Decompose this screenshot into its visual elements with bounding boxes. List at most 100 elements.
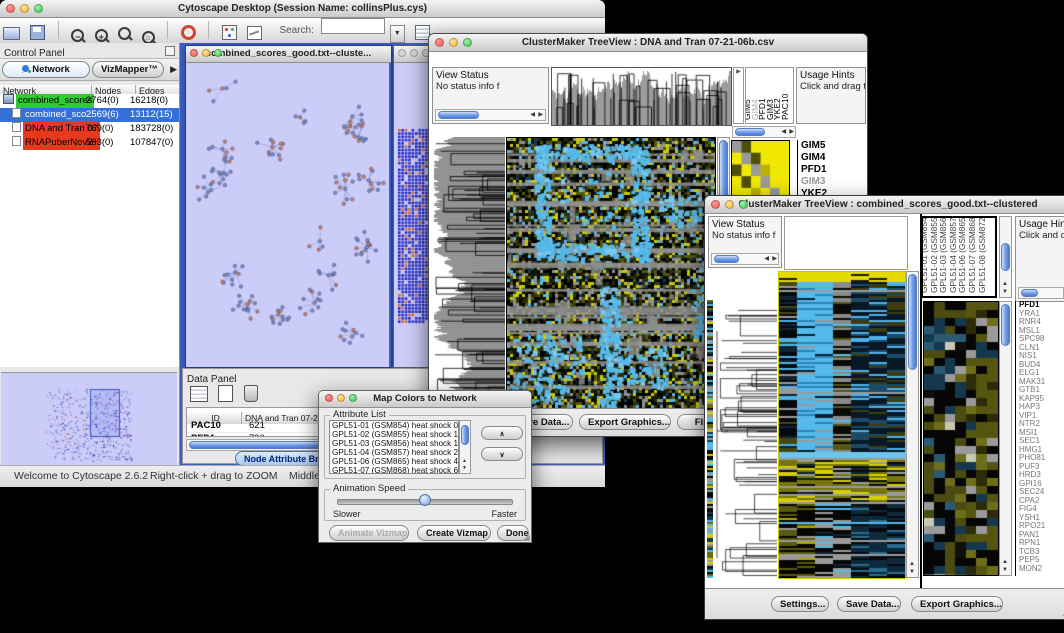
zoom-button[interactable]: [214, 49, 222, 57]
network-table-row[interactable]: combined_sco2569(6) 13112(15): [0, 108, 179, 122]
tv1-gene-label: GIM5: [801, 140, 833, 152]
delete-attribute-icon[interactable]: [244, 385, 258, 402]
network-table-row[interactable]: DNA and Tran 07769(0)183728(0): [0, 122, 179, 136]
dialog-title: Map Colors to Network: [373, 393, 476, 404]
zoom-in-icon[interactable]: +: [95, 29, 108, 42]
zoom-button[interactable]: [34, 4, 43, 13]
tv2-section-divider: [920, 214, 922, 589]
tv2-row-dendrogram[interactable]: [714, 271, 777, 578]
tv2-settings-button[interactable]: Settings...: [771, 596, 829, 612]
attribute-list[interactable]: GPL51-01 (GSM854) heat shock 05 minGPL51…: [329, 420, 459, 474]
network-nodes-count: 2569(6): [86, 108, 119, 122]
create-vizmap-button[interactable]: Create Vizmap: [417, 525, 491, 541]
tv2-zoom-heatmap[interactable]: [923, 301, 999, 576]
float-panel-icon[interactable]: [165, 46, 175, 56]
treeview2-titlebar[interactable]: ClusterMaker TreeView : combined_scores_…: [705, 196, 1064, 214]
control-panel-title: Control Panel: [0, 48, 65, 59]
tv2-global-heatmap[interactable]: [778, 271, 906, 579]
main-titlebar[interactable]: Cytoscape Desktop (Session Name: collins…: [0, 0, 605, 18]
tv1-global-heatmap[interactable]: [506, 137, 716, 436]
row-id: PFD1: [191, 433, 215, 437]
animate-vizmap-button[interactable]: Animate Vizmap: [329, 525, 409, 541]
close-button[interactable]: [711, 200, 720, 209]
zoom-button[interactable]: [739, 200, 748, 209]
network-table-row[interactable]: RNAPuberNov2+563(0)107847(0): [0, 136, 179, 150]
close-button[interactable]: [398, 49, 406, 57]
zoom-button[interactable]: [463, 38, 472, 47]
dialog-titlebar[interactable]: Map Colors to Network: [319, 391, 531, 408]
network-name: combined_sco: [23, 108, 88, 122]
close-button[interactable]: [6, 4, 15, 13]
minimize-button[interactable]: [410, 49, 418, 57]
network-edges-count: 13112(15): [130, 108, 173, 122]
animation-speed-group: Animation Speed Slower Faster: [324, 489, 526, 521]
attribute-list-item[interactable]: GPL51-01 (GSM854) heat shock 05 min: [330, 421, 458, 430]
close-button[interactable]: [190, 49, 198, 57]
network-view-window-1: combined_scores_good.txt--cluste...: [185, 45, 392, 368]
network-edges-count: 16218(0): [130, 94, 168, 108]
treeview1-title: ClusterMaker TreeView : DNA and Tran 07-…: [522, 37, 774, 48]
tv2-heatmap-vscrollbar[interactable]: ▲▼: [906, 271, 919, 578]
zoom-fit-icon[interactable]: [118, 27, 131, 40]
minimize-button[interactable]: [449, 38, 458, 47]
tv2-status-scrollbar[interactable]: ◀▶: [711, 253, 779, 265]
birdseye-view[interactable]: [1, 372, 177, 465]
attribute-list-scrollbar[interactable]: ▲▼: [459, 420, 471, 474]
attribute-list-label: Attribute List: [330, 409, 389, 420]
tv2-column-label: GPL51-03 (GSM856): [938, 216, 948, 293]
network-table-row[interactable]: combined_scores2764(0)16218(0): [0, 94, 179, 108]
network-table-header: NetworkNodesEdges: [0, 81, 179, 94]
attribute-list-item[interactable]: GPL51-03 (GSM856) heat shock 15 min: [330, 439, 458, 448]
tv1-usage-hints: Usage Hints Click and drag to: [796, 67, 866, 124]
attribute-list-item[interactable]: GPL51-04 (GSM857) heat shock 20 min: [330, 448, 458, 457]
resize-grip[interactable]: ◢: [524, 533, 530, 542]
search-input[interactable]: [321, 18, 385, 34]
tv1-zoom-hscrollbar[interactable]: ◀▶: [732, 126, 796, 138]
close-button[interactable]: [325, 394, 333, 402]
tv1-status-scrollbar[interactable]: ◀▶: [435, 109, 546, 121]
search-dropdown-button[interactable]: ▼: [390, 25, 405, 43]
tv2-column-dendrogram-area[interactable]: [784, 216, 908, 270]
tv2-labels-vscrollbar[interactable]: ▲▼: [999, 216, 1012, 298]
annotate-icon[interactable]: [247, 26, 262, 40]
speed-slider-thumb[interactable]: [419, 494, 431, 506]
network1-titlebar[interactable]: combined_scores_good.txt--cluste...: [186, 46, 391, 63]
network-edges-count: 107847(0): [130, 136, 173, 150]
attribute-list-item[interactable]: GPL51-06 (GSM865) heat shock 40 min: [330, 457, 458, 466]
save-icon[interactable]: [30, 25, 45, 40]
animation-speed-label: Animation Speed: [330, 483, 408, 494]
minimize-button[interactable]: [337, 394, 345, 402]
tab-overflow-arrow[interactable]: ▶: [170, 64, 177, 75]
minimize-button[interactable]: [20, 4, 29, 13]
open-folder-icon[interactable]: [3, 27, 20, 40]
tv1-export-graphics-button[interactable]: Export Graphics...: [579, 414, 671, 430]
tv2-hints-scrollbar[interactable]: [1018, 287, 1064, 299]
minimize-button[interactable]: [725, 200, 734, 209]
tv2-column-labels: GPL51-01 (GSM854)GPL51-02 (GSM855)GPL51-…: [921, 216, 997, 298]
move-up-button[interactable]: ∧: [481, 426, 523, 440]
attribute-list-item[interactable]: GPL51-02 (GSM855) heat shock 10 min: [330, 430, 458, 439]
zoom-button[interactable]: [349, 394, 357, 402]
zoom-out-icon[interactable]: −: [71, 29, 84, 42]
tab-vizmapper[interactable]: VizMapper™: [92, 61, 164, 78]
help-lifesaver-icon[interactable]: [181, 25, 196, 40]
network1-canvas[interactable]: [186, 63, 389, 367]
tv2-export-graphics-button[interactable]: Export Graphics...: [911, 596, 1003, 612]
new-attribute-icon[interactable]: [218, 385, 233, 402]
status-hint-zoom: Right-click + drag to ZOOM: [150, 470, 278, 482]
attribute-table-icon[interactable]: [190, 386, 208, 402]
tv2-zoom-vscrollbar[interactable]: ▲▼: [999, 301, 1012, 576]
network-nodes-count: 2764(0): [86, 94, 119, 108]
minimize-button[interactable]: [202, 49, 210, 57]
tv1-gene-label: GIM4: [801, 152, 833, 164]
tv2-save-data-button[interactable]: Save Data...: [837, 596, 901, 612]
tab-network[interactable]: Network: [2, 61, 90, 78]
tv2-gene-label: MON2: [1019, 565, 1064, 574]
treeview1-titlebar[interactable]: ClusterMaker TreeView : DNA and Tran 07-…: [429, 34, 867, 52]
close-button[interactable]: [435, 38, 444, 47]
attribute-list-item[interactable]: GPL51-07 (GSM868) heat shock 60 min: [330, 466, 458, 474]
tv1-column-dendrogram[interactable]: [551, 67, 732, 126]
tv2-column-label: GPL51-08 (GSM872): [977, 216, 987, 293]
vizmap-icon[interactable]: [222, 25, 237, 40]
move-down-button[interactable]: ∨: [481, 447, 523, 461]
